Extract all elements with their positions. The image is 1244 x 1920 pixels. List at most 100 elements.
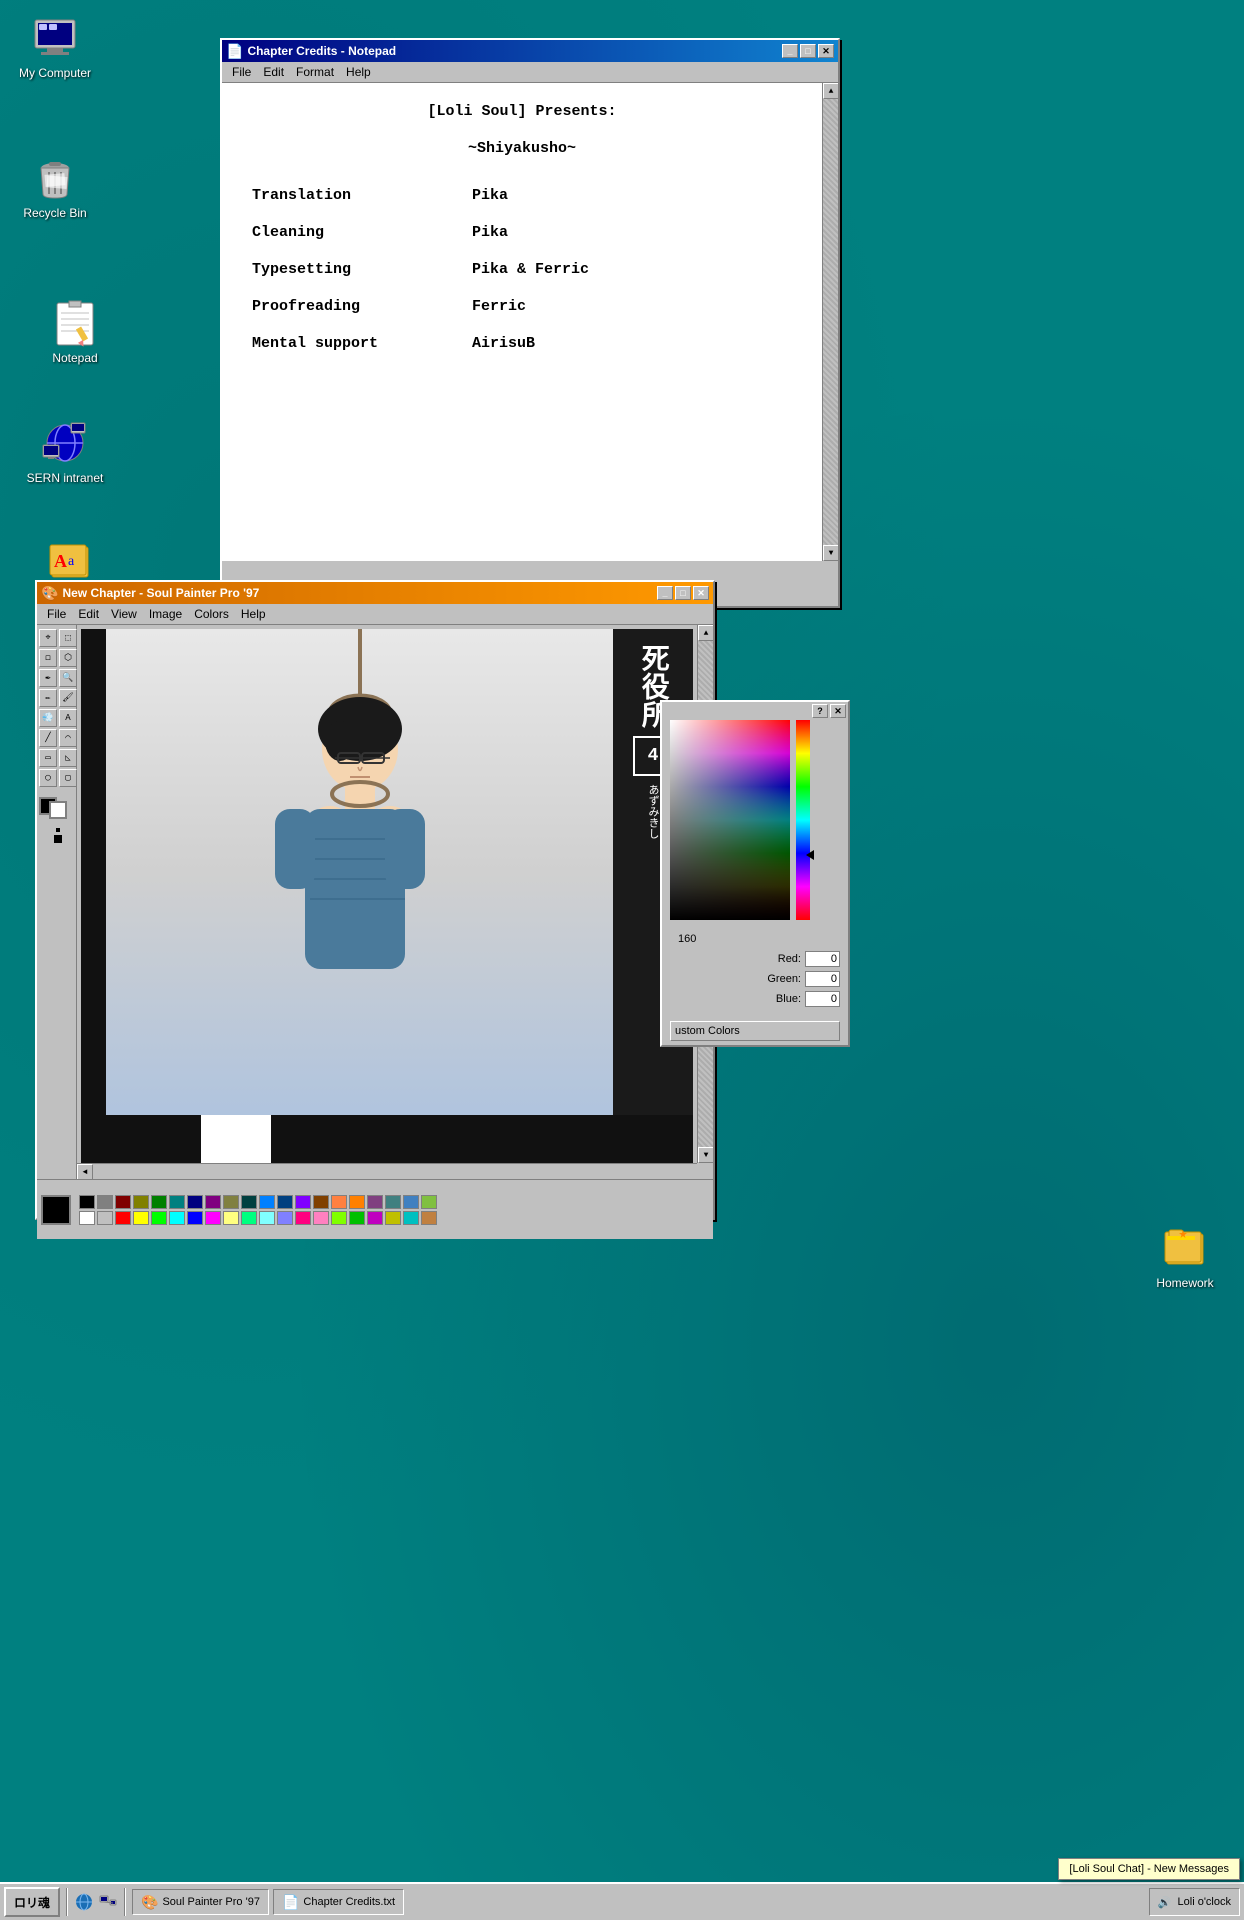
canvas-scroll-down[interactable]: ▼	[698, 1147, 713, 1163]
notepad-menu-format[interactable]: Format	[290, 64, 340, 80]
desktop-icon-recyclebin[interactable]: Recycle Bin	[10, 150, 100, 224]
color-chartreuse[interactable]	[331, 1211, 347, 1225]
color-purple2[interactable]	[367, 1211, 383, 1225]
color-yellow[interactable]	[133, 1211, 149, 1225]
color-gray[interactable]	[97, 1195, 113, 1209]
tool-eyedropper[interactable]: ✒	[39, 669, 57, 687]
cp-green-input[interactable]	[805, 971, 840, 987]
painter-close-btn[interactable]: ✕	[693, 586, 709, 600]
notepad-close-btn[interactable]: ✕	[818, 44, 834, 58]
taskbar-notepad-btn[interactable]: 📄 Chapter Credits.txt	[273, 1889, 404, 1915]
tool-pencil[interactable]: ✏	[39, 689, 57, 707]
color-plum[interactable]	[367, 1195, 383, 1209]
painter-menu-image[interactable]: Image	[143, 606, 188, 622]
tool-fill[interactable]: ⬡	[59, 649, 77, 667]
color-blue2[interactable]	[259, 1195, 275, 1209]
desktop-icon-mycomputer[interactable]: My Computer	[10, 10, 100, 84]
cp-blue-input[interactable]	[805, 991, 840, 1007]
color-teal2[interactable]	[403, 1211, 419, 1225]
canvas-hscroll[interactable]: ◄ ►	[77, 1163, 697, 1179]
color-lavender[interactable]	[277, 1211, 293, 1225]
painter-menu-colors[interactable]: Colors	[188, 606, 235, 622]
tool-text[interactable]: A	[59, 709, 77, 727]
scrollbar-track[interactable]	[823, 99, 838, 545]
color-gradient-area[interactable]	[670, 720, 790, 920]
color-darkblue[interactable]	[277, 1195, 293, 1209]
color-violet[interactable]	[295, 1195, 311, 1209]
tool-zoom[interactable]: 🔍	[59, 669, 77, 687]
painter-menu-edit[interactable]: Edit	[72, 606, 105, 622]
notepad-scrollbar[interactable]: ▲ ▼	[822, 83, 838, 561]
color-picker-help[interactable]: ?	[812, 704, 828, 718]
tool-rect-outline[interactable]: ▭	[39, 749, 57, 767]
color-tan[interactable]	[421, 1211, 437, 1225]
color-blue[interactable]	[187, 1211, 203, 1225]
color-pink[interactable]	[313, 1211, 329, 1225]
tray-volume-icon[interactable]: 🔊	[1158, 1896, 1172, 1909]
painter-maximize-btn[interactable]: □	[675, 586, 691, 600]
notepad-titlebar[interactable]: 📄 Chapter Credits - Notepad _ □ ✕	[222, 40, 838, 62]
color-cornblue[interactable]	[403, 1195, 419, 1209]
color-yellowgreen[interactable]	[421, 1195, 437, 1209]
tool-airbrush[interactable]: 💨	[39, 709, 57, 727]
brush-size-1[interactable]	[56, 828, 60, 832]
color-steelblue[interactable]	[385, 1195, 401, 1209]
notification-popup[interactable]: [Loli Soul Chat] - New Messages	[1058, 1858, 1240, 1880]
color-yellow2[interactable]	[385, 1211, 401, 1225]
color-orange[interactable]	[331, 1195, 347, 1209]
painter-menu-help[interactable]: Help	[235, 606, 272, 622]
color-orange2[interactable]	[349, 1195, 365, 1209]
quicklaunch-ie[interactable]	[74, 1892, 94, 1912]
tool-select-rect[interactable]: ⬚	[59, 629, 77, 647]
color-lightcyan[interactable]	[259, 1211, 275, 1225]
tool-rounded-rect[interactable]: ▢	[59, 769, 77, 787]
color-picker-close[interactable]: ✕	[830, 704, 846, 718]
color-mint[interactable]	[241, 1211, 257, 1225]
palette-current-color[interactable]	[41, 1195, 71, 1225]
notepad-menu-help[interactable]: Help	[340, 64, 377, 80]
taskbar-painter-btn[interactable]: 🎨 Soul Painter Pro '97	[132, 1889, 269, 1915]
color-silver[interactable]	[97, 1211, 113, 1225]
brush-size-2[interactable]	[54, 835, 62, 843]
desktop-icon-notepad[interactable]: Notepad	[30, 295, 120, 369]
tool-curve[interactable]: ⌒	[59, 729, 77, 747]
tool-ellipse[interactable]: ◯	[39, 769, 57, 787]
tool-select-free[interactable]: ⌖	[39, 629, 57, 647]
color-navy[interactable]	[187, 1195, 203, 1209]
color-darkteal[interactable]	[241, 1195, 257, 1209]
start-button[interactable]: ロリ魂	[4, 1887, 60, 1917]
notepad-maximize-btn[interactable]: □	[800, 44, 816, 58]
painter-titlebar[interactable]: 🎨 New Chapter - Soul Painter Pro '97 _ □…	[37, 582, 713, 604]
painter-canvas-area[interactable]: 死役所 4 あずみきし	[77, 625, 713, 1179]
quicklaunch-network[interactable]	[98, 1892, 118, 1912]
tool-eraser[interactable]: ◻	[39, 649, 57, 667]
color-lightyellow[interactable]	[223, 1211, 239, 1225]
cp-custom-colors-btn[interactable]: ustom Colors	[670, 1021, 840, 1041]
color-white[interactable]	[79, 1211, 95, 1225]
tool-polygon[interactable]: ◺	[59, 749, 77, 767]
color-black[interactable]	[79, 1195, 95, 1209]
painter-menu-view[interactable]: View	[105, 606, 143, 622]
canvas-scroll-up[interactable]: ▲	[698, 625, 713, 641]
hue-slider[interactable]	[796, 720, 810, 920]
color-lime[interactable]	[151, 1211, 167, 1225]
color-purple[interactable]	[205, 1195, 221, 1209]
scrollbar-up[interactable]: ▲	[823, 83, 838, 99]
painter-menu-file[interactable]: File	[41, 606, 72, 622]
tool-brush[interactable]: 🖌	[59, 689, 77, 707]
color-cyan[interactable]	[169, 1211, 185, 1225]
tool-line[interactable]: ╱	[39, 729, 57, 747]
color-teal[interactable]	[169, 1195, 185, 1209]
cp-red-input[interactable]	[805, 951, 840, 967]
desktop-icon-sern[interactable]: SERN intranet	[20, 415, 110, 489]
color-olive2[interactable]	[223, 1195, 239, 1209]
painter-minimize-btn[interactable]: _	[657, 586, 673, 600]
color-olive[interactable]	[133, 1195, 149, 1209]
notepad-menu-file[interactable]: File	[226, 64, 257, 80]
color-maroon[interactable]	[115, 1195, 131, 1209]
color-hotpink[interactable]	[295, 1211, 311, 1225]
color-magenta[interactable]	[205, 1211, 221, 1225]
notepad-menu-edit[interactable]: Edit	[257, 64, 290, 80]
canvas-hscroll-left[interactable]: ◄	[77, 1164, 93, 1179]
color-green[interactable]	[151, 1195, 167, 1209]
